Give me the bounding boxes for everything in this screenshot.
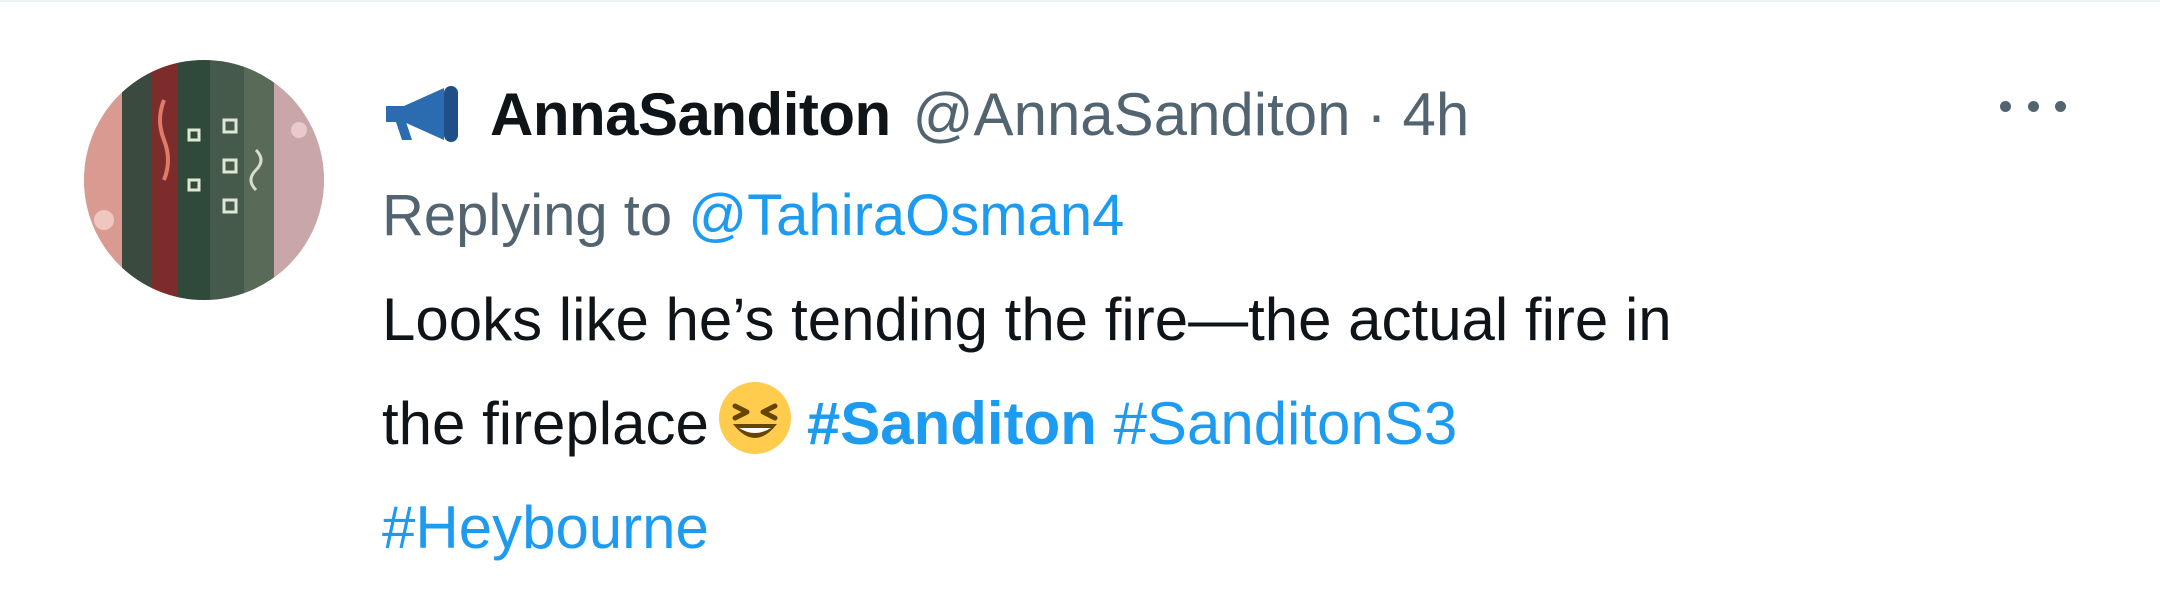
replying-mention[interactable]: @TahiraOsman4	[688, 183, 1124, 248]
more-dot	[2055, 100, 2066, 112]
tweet-text-line-3: #Heybourne	[382, 476, 2082, 580]
avatar[interactable]	[84, 60, 324, 300]
more-options-icon[interactable]	[1988, 86, 2078, 126]
tweet-text: Looks like he’s tending the fire—the act…	[382, 268, 2082, 580]
tweet-text-line-2: the fireplace #Sanditon #SanditonS3	[382, 372, 2082, 476]
tweet-header: AnnaSanditon @AnnaSanditon · 4h	[382, 74, 1469, 154]
tweet-text-fireplace: the fireplace	[382, 390, 709, 457]
laughing-face-icon	[718, 382, 791, 454]
megaphone-icon	[386, 86, 458, 142]
tweet-text-line-1: Looks like he’s tending the fire—the act…	[382, 286, 1672, 353]
timestamp[interactable]: 4h	[1403, 80, 1470, 149]
replying-prefix: Replying to	[382, 183, 673, 248]
tweet[interactable]: AnnaSanditon @AnnaSanditon · 4h Replying…	[0, 0, 2160, 600]
hashtag-sanditon[interactable]: #Sanditon	[807, 390, 1097, 457]
hashtag-heybourne[interactable]: #Heybourne	[382, 494, 709, 561]
more-dot	[2000, 100, 2011, 112]
display-name[interactable]: AnnaSanditon	[490, 80, 891, 149]
more-dot	[2027, 100, 2039, 112]
separator-dot: ·	[1366, 80, 1387, 148]
replying-to: Replying to @TahiraOsman4	[382, 182, 1124, 249]
hashtag-sanditons3[interactable]: #SanditonS3	[1114, 390, 1458, 457]
user-handle[interactable]: @AnnaSanditon	[913, 80, 1351, 149]
